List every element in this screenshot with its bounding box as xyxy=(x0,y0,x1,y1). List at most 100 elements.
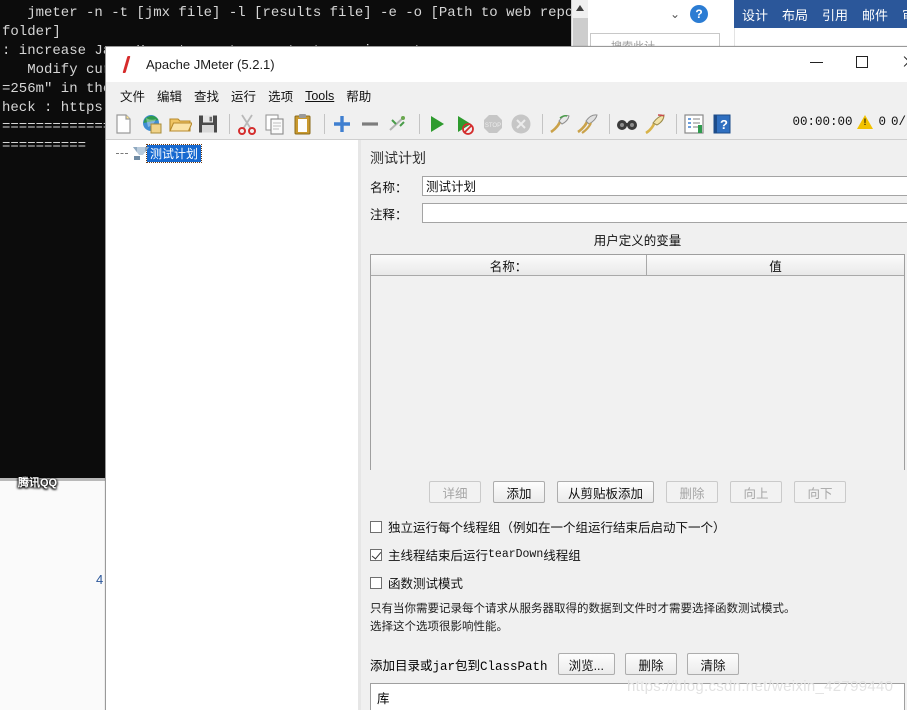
tree-row[interactable]: 测试计划 xyxy=(106,144,360,163)
functional-test-mode-row[interactable]: 函数测试模式 xyxy=(370,573,907,592)
run-teardown-label-mono: tearDown xyxy=(488,548,544,561)
classpath-clear-button[interactable]: 清除 xyxy=(686,653,739,675)
search-icon[interactable] xyxy=(615,112,641,136)
ribbon-tab-references[interactable]: 引用 xyxy=(822,5,848,24)
toolbar[interactable]: STOP ? 00:00:00 ! 0 0/ xyxy=(106,108,907,140)
variables-button-row: 详细 添加 从剪贴板添加 删除 向上 向下 xyxy=(370,481,905,503)
classpath-label-mid: 包到 xyxy=(455,658,481,673)
clear-icon[interactable] xyxy=(548,112,574,136)
ribbon-tab-mailings[interactable]: 邮件 xyxy=(862,5,888,24)
menu-tools-label: Tools xyxy=(305,88,335,103)
cut-icon[interactable] xyxy=(235,112,261,136)
run-teardown-row[interactable]: 主线程结束后运行 tearDown 线程组 xyxy=(370,545,907,564)
ribbon-tab-design[interactable]: 设计 xyxy=(742,5,768,24)
add-button[interactable]: 添加 xyxy=(492,481,545,503)
name-input[interactable]: 测试计划 xyxy=(422,176,907,196)
delete-button[interactable]: 删除 xyxy=(666,481,718,503)
comment-label: 注释： xyxy=(370,207,408,222)
user-defined-variables-title: 用户定义的变量 xyxy=(593,234,682,248)
svg-text:STOP: STOP xyxy=(485,123,501,129)
expand-all-icon[interactable] xyxy=(330,112,356,136)
warning-triangle-icon[interactable] xyxy=(857,115,874,129)
scroll-up-arrow-icon[interactable] xyxy=(576,5,584,11)
minimize-button[interactable] xyxy=(794,47,840,77)
stop-icon: STOP xyxy=(481,112,507,136)
start-icon[interactable] xyxy=(425,112,451,136)
test-plan-panel: 测试计划 名称： 测试计划 注释： 用户定义的变量 名称： 值 详细 添加 从剪… xyxy=(361,140,907,710)
ribbon-tabs[interactable]: 设计 布局 引用 邮件 审 xyxy=(734,0,907,28)
browse-button[interactable]: 浏览... xyxy=(557,653,615,675)
column-header-name[interactable]: 名称： xyxy=(371,255,647,275)
classpath-label: 添加目录或jar包到ClassPath xyxy=(370,655,548,674)
chevron-down-icon[interactable]: ⌄ xyxy=(670,8,682,20)
ribbon-tab-layout[interactable]: 布局 xyxy=(782,5,808,24)
functional-test-mode-checkbox[interactable] xyxy=(370,576,382,589)
run-thread-groups-consecutively-row[interactable]: 独立运行每个线程组（例如在一个组运行结束后启动下一个） xyxy=(370,517,907,536)
run-thread-groups-consecutively-label: 独立运行每个线程组（例如在一个组运行结束后启动下一个） xyxy=(388,521,726,535)
menu-run[interactable]: 运行 xyxy=(225,83,262,108)
menubar[interactable]: 文件 编辑 查找 运行 选项 Tools 帮助 xyxy=(106,83,907,108)
help-icon[interactable]: ? xyxy=(690,5,708,23)
column-header-value[interactable]: 值 xyxy=(647,255,904,275)
classpath-label-pre: 添加目录或 xyxy=(370,658,433,673)
clear-all-icon[interactable] xyxy=(576,112,602,136)
warning-count: 0 xyxy=(878,115,886,129)
menu-tools[interactable]: Tools xyxy=(299,86,340,106)
jmeter-logo-icon xyxy=(119,56,135,74)
test-plan-tree[interactable]: 测试计划 xyxy=(106,140,361,710)
jmeter-window[interactable]: Apache JMeter (5.2.1) 文件 编辑 查找 运行 选项 Too… xyxy=(105,46,907,710)
jmeter-body: 测试计划 测试计划 名称： 测试计划 注释： 用户定义的变量 名称： 值 详细 … xyxy=(106,140,907,710)
maximize-button[interactable] xyxy=(840,47,886,77)
move-down-button[interactable]: 向下 xyxy=(794,481,846,503)
close-button[interactable] xyxy=(886,47,907,77)
tree-expander[interactable] xyxy=(116,153,128,154)
desktop-left-strip xyxy=(0,481,105,710)
toolbar-separator xyxy=(676,113,677,134)
toolbar-separator xyxy=(419,113,420,134)
start-no-pauses-icon[interactable] xyxy=(453,112,479,136)
menu-help[interactable]: 帮助 xyxy=(340,83,377,108)
name-label: 名称： xyxy=(370,180,408,195)
menu-file[interactable]: 文件 xyxy=(114,83,151,108)
jmeter-titlebar[interactable]: Apache JMeter (5.2.1) xyxy=(106,47,907,83)
ribbon-tab-review[interactable]: 审 xyxy=(902,5,907,24)
run-teardown-checkbox[interactable] xyxy=(370,548,382,561)
collapse-all-icon[interactable] xyxy=(358,112,384,136)
functional-test-note-line2: 选择这个选项很影响性能。 xyxy=(370,621,508,633)
move-up-button[interactable]: 向上 xyxy=(730,481,782,503)
thread-count: 0/ xyxy=(890,115,906,129)
paste-icon[interactable] xyxy=(291,112,317,136)
comment-input[interactable] xyxy=(422,203,907,223)
menu-edit[interactable]: 编辑 xyxy=(151,83,188,108)
screen: V5VPN Postman ⌄ ? 设计 布局 引用 邮件 审 xyxy=(0,0,907,710)
variables-table-body[interactable] xyxy=(371,276,904,470)
toggle-icon[interactable] xyxy=(386,112,412,136)
reset-search-icon[interactable] xyxy=(643,112,669,136)
templates-icon[interactable] xyxy=(140,112,166,136)
run-teardown-label-post: 线程组 xyxy=(543,549,581,563)
functional-test-note-line1: 只有当你需要记录每个请求从服务器取得的数据到文件时才需要选择函数测试模式。 xyxy=(370,603,796,615)
variables-table-header: 名称： 值 xyxy=(371,255,904,276)
toolbar-separator xyxy=(609,113,610,134)
classpath-delete-button[interactable]: 删除 xyxy=(624,653,677,675)
window-title: Apache JMeter (5.2.1) xyxy=(146,57,275,72)
variables-table[interactable]: 名称： 值 xyxy=(370,254,905,470)
page-title: 测试计划 xyxy=(370,150,426,166)
detail-button[interactable]: 详细 xyxy=(428,481,481,503)
function-helper-icon[interactable] xyxy=(682,112,708,136)
menu-options[interactable]: 选项 xyxy=(262,83,299,108)
add-from-clipboard-button[interactable]: 从剪贴板添加 xyxy=(556,481,654,503)
new-icon[interactable] xyxy=(112,112,138,136)
copy-icon[interactable] xyxy=(263,112,289,136)
elapsed-time: 00:00:00 xyxy=(792,115,853,129)
menu-search[interactable]: 查找 xyxy=(188,83,225,108)
comment-row: 注释： xyxy=(370,203,907,223)
toolbar-separator xyxy=(229,113,230,134)
open-icon[interactable] xyxy=(168,112,194,136)
save-icon[interactable] xyxy=(196,112,222,136)
tree-item-test-plan[interactable]: 测试计划 xyxy=(145,144,203,163)
help-icon[interactable]: ? xyxy=(710,112,736,136)
classpath-label-classpath: ClassPath xyxy=(480,659,548,674)
run-teardown-label-pre: 主线程结束后运行 xyxy=(388,549,489,563)
run-thread-groups-consecutively-checkbox[interactable] xyxy=(370,520,382,533)
